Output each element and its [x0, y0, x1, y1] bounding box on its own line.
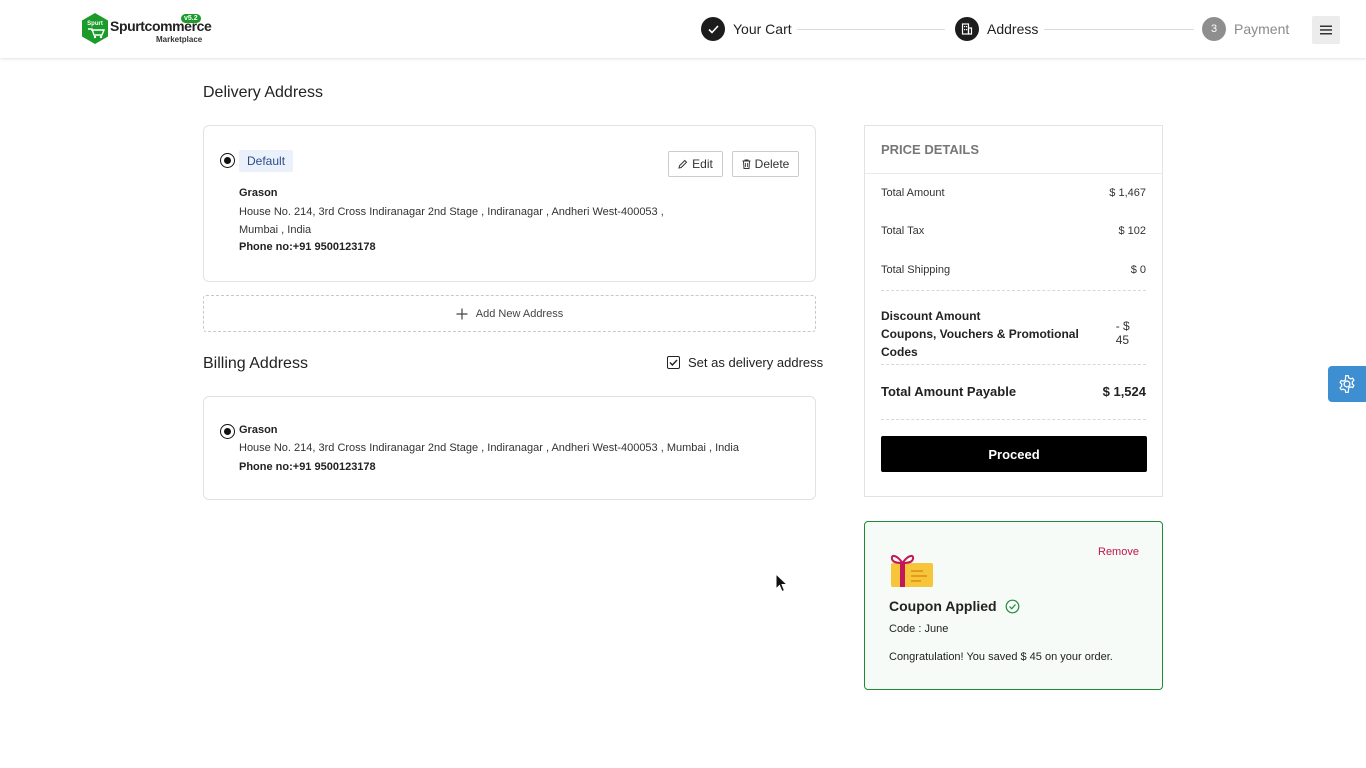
discount-label: Discount Amount	[881, 309, 981, 323]
billing-address-line: House No. 214, 3rd Cross Indiranagar 2nd…	[239, 442, 739, 454]
discount-value: - $ 45	[1115, 319, 1130, 347]
coupon-applied-card: Remove Coupon Applied Code : June Congra…	[864, 521, 1163, 690]
hamburger-icon	[1320, 25, 1332, 35]
step-your-cart[interactable]: Your Cart	[701, 17, 792, 41]
settings-tab[interactable]	[1328, 366, 1366, 402]
brand-logo[interactable]: Spurt Spurtcommerce Marketplace v5.2	[80, 12, 212, 46]
total-shipping-value: $ 0	[1130, 264, 1146, 276]
billing-phone: Phone no:+91 9500123178	[239, 461, 376, 473]
billing-address-radio[interactable]	[220, 424, 235, 439]
step-label: Payment	[1234, 21, 1290, 37]
remove-coupon-link[interactable]: Remove	[1098, 546, 1139, 558]
logo-hex-icon: Spurt	[82, 13, 108, 44]
delete-label: Delete	[754, 157, 790, 171]
total-amount-value: $ 1,467	[1109, 187, 1146, 199]
step-label: Address	[987, 21, 1039, 37]
logo-hex-text: Spurt	[87, 21, 103, 27]
delivery-phone: Phone no:+91 9500123178	[239, 241, 376, 253]
discount-sublabel: Coupons, Vouchers & Promotional Codes	[881, 327, 1079, 359]
total-tax-value: $ 102	[1118, 225, 1146, 237]
price-divider	[881, 419, 1146, 420]
hamburger-menu-button[interactable]	[1312, 16, 1340, 44]
coupon-applied-heading: Coupon Applied	[889, 598, 1020, 614]
building-icon	[955, 17, 979, 41]
same-as-delivery-label: Set as delivery address	[688, 355, 824, 370]
mouse-cursor-icon	[775, 573, 789, 593]
delivery-address-line2: Mumbai , India	[239, 224, 312, 236]
edit-label: Edit	[692, 157, 713, 171]
gear-icon	[1339, 375, 1355, 393]
check-icon	[701, 17, 725, 41]
total-tax-label: Total Tax	[881, 225, 925, 237]
coupon-message: Congratulation! You saved $ 45 on your o…	[889, 651, 1113, 663]
total-shipping-row: Total Shipping $ 0	[881, 264, 1146, 276]
brand-version: v5.2	[181, 14, 201, 23]
proceed-button[interactable]: Proceed	[881, 436, 1147, 472]
step-number: 3	[1202, 17, 1226, 41]
billing-recipient-name: Grason	[239, 424, 278, 436]
price-divider	[881, 364, 1146, 365]
step-connector	[1044, 29, 1194, 30]
step-connector	[797, 29, 945, 30]
coupon-title: Coupon Applied	[889, 598, 997, 614]
step-address[interactable]: Address	[955, 17, 1038, 41]
price-details-title: PRICE DETAILS	[865, 126, 1162, 174]
delete-address-button[interactable]: Delete	[732, 151, 799, 177]
total-amount-row: Total Amount $ 1,467	[881, 187, 1146, 199]
same-as-delivery-toggle[interactable]: Set as delivery address	[667, 355, 823, 370]
add-new-address-button[interactable]: Add New Address	[203, 295, 816, 332]
check-circle-icon	[1005, 599, 1019, 613]
delivery-recipient-name: Grason	[239, 187, 278, 199]
total-shipping-label: Total Shipping	[881, 264, 951, 276]
plus-icon	[456, 308, 468, 319]
gift-coupon-icon	[890, 554, 933, 587]
top-header: Spurt Spurtcommerce Marketplace v5.2 You…	[0, 0, 1366, 58]
payable-value: $ 1,524	[1102, 384, 1146, 399]
payable-label: Total Amount Payable	[881, 384, 1017, 399]
coupon-code: Code : June	[889, 623, 949, 635]
delivery-address-line1: House No. 214, 3rd Cross Indiranagar 2nd…	[239, 206, 664, 218]
delivery-address-title: Delivery Address	[203, 84, 324, 101]
discount-row: Discount Amount Coupons, Vouchers & Prom…	[881, 307, 1146, 361]
step-payment[interactable]: 3 Payment	[1202, 17, 1289, 41]
delivery-address-radio[interactable]	[220, 153, 235, 168]
price-divider	[881, 290, 1146, 291]
checkbox-checked-icon[interactable]	[667, 356, 680, 369]
price-details-card: PRICE DETAILS Total Amount $ 1,467 Total…	[864, 125, 1163, 497]
total-tax-row: Total Tax $ 102	[881, 225, 1146, 237]
add-new-address-label: Add New Address	[475, 307, 564, 320]
brand-subtitle: Marketplace	[156, 35, 203, 44]
delivery-address-card[interactable]: Default Edit Delete Grason House No. 214…	[203, 125, 816, 282]
default-badge: Default	[239, 150, 294, 172]
payable-row: Total Amount Payable $ 1,524	[881, 384, 1146, 399]
trash-icon	[742, 159, 751, 169]
edit-address-button[interactable]: Edit	[668, 151, 723, 177]
step-label: Your Cart	[733, 21, 792, 37]
total-amount-label: Total Amount	[881, 187, 945, 199]
billing-address-title: Billing Address	[203, 355, 308, 372]
billing-address-card[interactable]: Grason House No. 214, 3rd Cross Indirana…	[203, 396, 816, 500]
pencil-icon	[678, 159, 688, 169]
